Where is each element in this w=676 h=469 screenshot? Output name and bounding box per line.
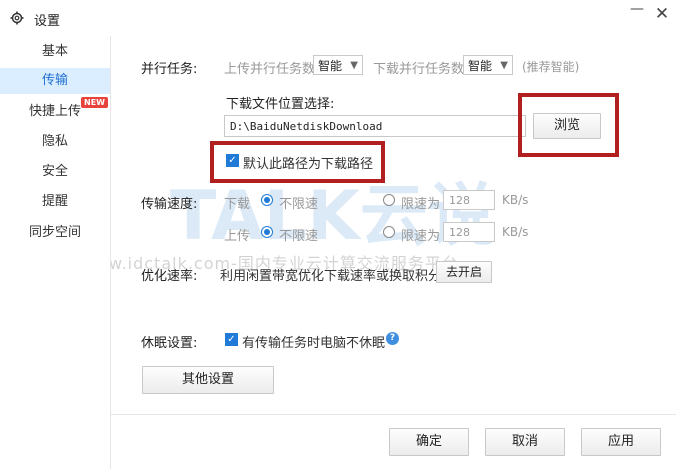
download-speed-label: 下载 — [224, 197, 251, 212]
chevron-down-icon: ▼ — [350, 60, 358, 71]
download-parallel-label: 下载并行任务数 — [373, 62, 465, 77]
parallel-label: 并行任务: — [141, 62, 198, 77]
footer-divider — [110, 414, 676, 415]
close-button[interactable]: ✕ — [652, 4, 672, 24]
highlight-box-default-path — [210, 141, 385, 183]
sidebar-item-transfer[interactable]: 传输 — [0, 68, 110, 94]
sidebar-item-reminder[interactable]: 提醒 — [0, 189, 110, 215]
upload-limit-input[interactable]: 128 — [443, 222, 495, 242]
download-limit-radio[interactable] — [383, 194, 395, 206]
no-sleep-label: 有传输任务时电脑不休眠 — [242, 336, 386, 351]
upload-parallel-label: 上传并行任务数 — [224, 62, 316, 77]
download-limit-input[interactable]: 128 — [443, 190, 495, 210]
sidebar-item-sync-space[interactable]: 同步空间 — [0, 220, 110, 246]
upload-unlimited-label: 不限速 — [279, 229, 319, 244]
sidebar-item-quick-upload[interactable]: 快捷上传 NEW — [0, 97, 110, 125]
download-limit-label: 限速为 — [401, 197, 441, 212]
upload-limit-label: 限速为 — [401, 229, 441, 244]
sidebar-item-label: 传输 — [41, 73, 68, 88]
upload-speed-unit: KB/s — [502, 225, 529, 239]
cancel-button[interactable]: 取消 — [485, 428, 565, 456]
title-bar — [0, 0, 676, 36]
upload-speed-label: 上传 — [224, 229, 251, 244]
sidebar-item-label: 隐私 — [41, 134, 68, 149]
sidebar-item-label: 提醒 — [41, 194, 68, 209]
new-badge: NEW — [81, 97, 108, 108]
parallel-hint: (推荐智能) — [522, 60, 580, 74]
download-unlimited-label: 不限速 — [279, 197, 319, 212]
download-location-label: 下载文件位置选择: — [226, 97, 335, 112]
sidebar: 基本 传输 快捷上传 NEW 隐私 安全 提醒 同步空间 — [0, 36, 110, 469]
ok-button[interactable]: 确定 — [389, 428, 469, 456]
sidebar-item-label: 同步空间 — [28, 225, 81, 240]
optimize-text: 利用闲置带宽优化下载速率或换取积分 — [220, 269, 442, 284]
sidebar-divider — [110, 36, 111, 469]
no-sleep-checkbox[interactable]: ✓ — [225, 333, 238, 346]
sleep-label: 休眠设置: — [141, 336, 198, 351]
sidebar-item-privacy[interactable]: 隐私 — [0, 129, 110, 155]
speed-label: 传输速度: — [141, 197, 198, 212]
sidebar-item-label: 快捷上传 — [28, 104, 81, 119]
sidebar-item-label: 基本 — [41, 44, 68, 59]
enable-optimize-button[interactable]: 去开启 — [436, 261, 492, 283]
sidebar-item-label: 安全 — [41, 164, 68, 179]
download-parallel-select[interactable]: 智能 ▼ — [463, 55, 513, 75]
upload-unlimited-radio[interactable] — [261, 226, 273, 238]
sidebar-item-security[interactable]: 安全 — [0, 159, 110, 185]
download-speed-unit: KB/s — [502, 193, 529, 207]
question-circle-icon[interactable]: ? — [386, 332, 399, 345]
apply-button[interactable]: 应用 — [581, 428, 661, 456]
upload-limit-radio[interactable] — [383, 226, 395, 238]
sidebar-item-basic[interactable]: 基本 — [0, 39, 110, 65]
window-title: 设置 — [34, 14, 61, 29]
download-parallel-value: 智能 — [468, 59, 493, 73]
highlight-box-browse — [518, 93, 619, 157]
minimize-button[interactable]: — — [630, 2, 644, 16]
download-unlimited-radio[interactable] — [261, 194, 273, 206]
gear-icon — [10, 11, 24, 25]
other-settings-button[interactable]: 其他设置 — [142, 366, 274, 394]
upload-parallel-select[interactable]: 智能 ▼ — [313, 55, 363, 75]
optimize-label: 优化速率: — [141, 269, 198, 284]
upload-parallel-value: 智能 — [318, 59, 343, 73]
chevron-down-icon: ▼ — [500, 60, 508, 71]
download-path-field[interactable]: D:\BaiduNetdiskDownload — [224, 115, 526, 137]
